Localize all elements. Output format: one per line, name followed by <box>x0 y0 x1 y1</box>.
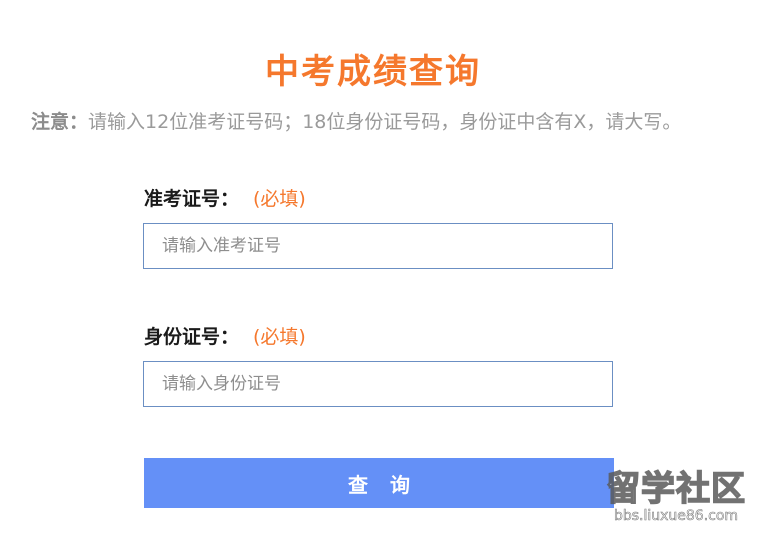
notice: 注意：请输入12位准考证号码；18位身份证号码，身份证中含有X，请大写。 <box>31 107 681 134</box>
notice-text: 请输入12位准考证号码；18位身份证号码，身份证中含有X，请大写。 <box>88 111 682 133</box>
exam-id-required-hint: (必填) <box>253 188 306 210</box>
watermark-url: bbs.liuxue86.com <box>613 508 739 525</box>
id-card-label: 身份证号： (必填) <box>144 322 306 349</box>
id-card-required-hint: (必填) <box>253 326 306 348</box>
id-card-label-text: 身份证号： <box>144 326 240 348</box>
notice-label: 注意： <box>31 111 89 133</box>
id-card-input[interactable] <box>143 361 613 407</box>
exam-id-input[interactable] <box>143 223 613 269</box>
watermark-logo-text: 留学社区 <box>605 469 746 509</box>
exam-id-label-text: 准考证号： <box>144 188 240 210</box>
exam-id-label: 准考证号： (必填) <box>144 184 306 211</box>
page-title: 中考成绩查询 <box>265 52 481 92</box>
watermark: 留学社区 bbs.liuxue86.com <box>605 469 746 525</box>
query-button[interactable]: 查询 <box>144 458 614 508</box>
